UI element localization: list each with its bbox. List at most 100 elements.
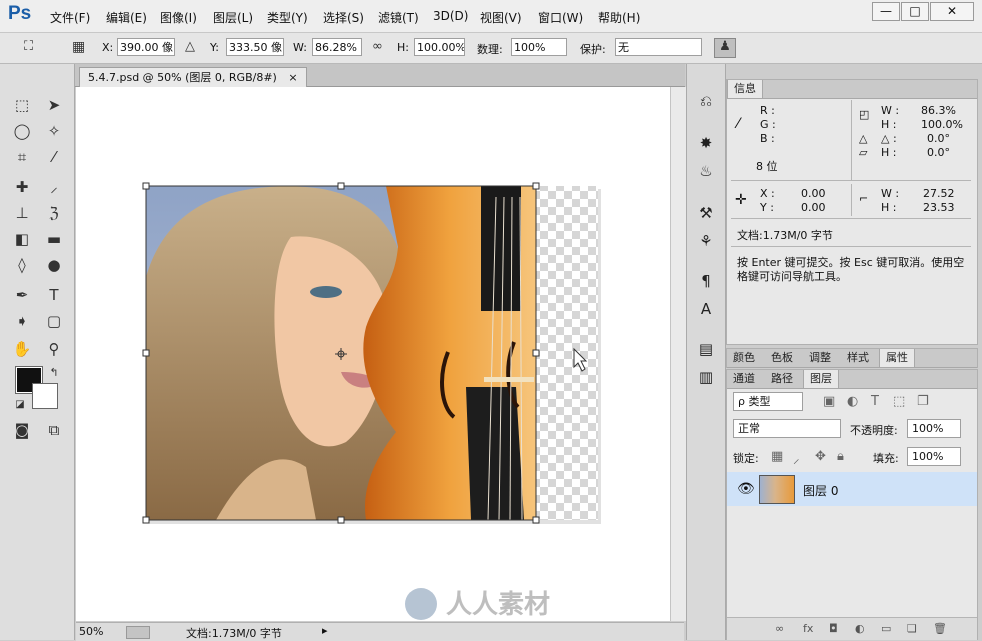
- eraser-icon[interactable]: ◧: [10, 228, 34, 250]
- menu-type[interactable]: 类型(Y): [267, 9, 308, 26]
- height-field[interactable]: 100.00%: [414, 38, 465, 56]
- character-icon[interactable]: A: [694, 298, 718, 320]
- canvas-area[interactable]: 人人素材: [76, 87, 670, 621]
- tab-swatches[interactable]: 色板: [765, 349, 799, 367]
- gradient-icon[interactable]: ▬: [42, 228, 66, 250]
- menu-3d[interactable]: 3D(D): [433, 9, 468, 23]
- transform-tool-icon[interactable]: ⛶: [24, 39, 33, 54]
- dodge-tool-icon[interactable]: ●: [42, 254, 66, 276]
- lock-position-icon[interactable]: ✥: [815, 449, 826, 464]
- filter-smart-icon[interactable]: ❐: [917, 394, 929, 409]
- path-select-icon[interactable]: ➧: [10, 310, 34, 332]
- brush-panel-icon[interactable]: ✸: [694, 132, 718, 154]
- zoom-level[interactable]: 50%: [79, 625, 103, 638]
- tool-presets-icon[interactable]: ⚒: [694, 202, 718, 224]
- screen-mode-icon[interactable]: ⧉: [42, 419, 66, 441]
- menu-select[interactable]: 选择(S): [323, 9, 364, 26]
- filter-type-icon[interactable]: T: [871, 394, 879, 409]
- shape-tool-icon[interactable]: ▢: [42, 310, 66, 332]
- filter-shape-icon[interactable]: ⬚: [893, 394, 905, 409]
- link-icon[interactable]: ∞: [372, 39, 383, 54]
- maximize-button[interactable]: □: [901, 2, 929, 21]
- menu-file[interactable]: 文件(F): [50, 9, 90, 26]
- pen-tool-icon[interactable]: ✒: [10, 284, 34, 306]
- delta-icon[interactable]: △: [185, 39, 195, 54]
- paragraph-icon[interactable]: ¶: [694, 270, 718, 292]
- menu-help[interactable]: 帮助(H): [598, 9, 640, 26]
- add-mask-icon[interactable]: ◘: [829, 622, 838, 635]
- tab-channels[interactable]: 通道: [727, 370, 761, 388]
- marquee-tool-icon[interactable]: ⬚: [10, 94, 34, 116]
- blend-mode-select[interactable]: 正常: [733, 419, 841, 438]
- status-mini-icon[interactable]: [126, 626, 150, 639]
- lock-all-icon[interactable]: 🔒︎: [837, 449, 844, 464]
- width-field[interactable]: 86.28%: [312, 38, 362, 56]
- healing-brush-icon[interactable]: ✚: [10, 176, 34, 198]
- notes-icon[interactable]: ▤: [694, 338, 718, 360]
- info-skew-label: H :: [881, 146, 897, 159]
- clone-source-icon[interactable]: ⚘: [694, 230, 718, 252]
- blur-tool-icon[interactable]: ◊: [10, 254, 34, 276]
- quick-mask-icon[interactable]: ◙: [10, 419, 34, 441]
- tab-layers[interactable]: 图层: [803, 370, 839, 388]
- default-colors-icon[interactable]: ◪: [8, 394, 32, 416]
- filter-adjust-icon[interactable]: ◐: [847, 394, 858, 409]
- clone-stamp-icon[interactable]: ⊥: [10, 202, 34, 224]
- zoom-tool-icon[interactable]: ⚲: [42, 338, 66, 360]
- lock-paint-icon[interactable]: ⸝: [793, 449, 800, 467]
- menu-view[interactable]: 视图(V): [480, 9, 522, 26]
- lasso-tool-icon[interactable]: ◯: [10, 120, 34, 142]
- minimize-button[interactable]: —: [872, 2, 900, 21]
- tab-adjustments[interactable]: 调整: [803, 349, 837, 367]
- document-canvas[interactable]: 人人素材: [76, 87, 670, 621]
- crop-tool-icon[interactable]: ⌗: [10, 146, 34, 168]
- tab-properties[interactable]: 属性: [879, 349, 915, 367]
- layer-comps-icon[interactable]: ▥: [694, 366, 718, 388]
- menu-edit[interactable]: 编辑(E): [106, 9, 147, 26]
- new-adjustment-icon[interactable]: ◐: [855, 622, 865, 635]
- hand-tool-icon[interactable]: ✋: [10, 338, 34, 360]
- lock-transparent-icon[interactable]: ▦: [771, 449, 783, 464]
- x-field[interactable]: 390.00 像: [117, 38, 175, 56]
- layer-row[interactable]: 👁︎ 图层 0: [727, 472, 977, 506]
- menu-window[interactable]: 窗口(W): [538, 9, 583, 26]
- fill-field[interactable]: 100%: [907, 447, 961, 466]
- tab-info[interactable]: 信息: [727, 80, 763, 98]
- link-layers-icon[interactable]: ∞: [775, 622, 784, 635]
- tab-color[interactable]: 颜色: [727, 349, 761, 367]
- brush-tool-icon[interactable]: ⸝: [42, 176, 66, 198]
- background-color-swatch[interactable]: [32, 383, 58, 409]
- eyedropper-icon[interactable]: ⁄: [42, 146, 66, 168]
- filter-pixel-icon[interactable]: ▣: [823, 394, 835, 409]
- layer-name[interactable]: 图层 0: [803, 482, 838, 499]
- document-tab[interactable]: 5.4.7.psd @ 50% (图层 0, RGB/8#) ×: [79, 67, 307, 87]
- menu-image[interactable]: 图像(I): [160, 9, 197, 26]
- move-tool-icon[interactable]: ➤: [42, 94, 66, 116]
- close-button[interactable]: ✕: [930, 2, 974, 21]
- swap-colors-icon[interactable]: ↰: [42, 362, 66, 384]
- close-document-icon[interactable]: ×: [288, 71, 297, 84]
- opacity-field[interactable]: 100%: [907, 419, 961, 438]
- vertical-scrollbar[interactable]: [670, 87, 686, 621]
- menu-layer[interactable]: 图层(L): [213, 9, 253, 26]
- visibility-eye-icon[interactable]: 👁︎: [737, 481, 755, 497]
- tab-paths[interactable]: 路径: [765, 370, 799, 388]
- y-field[interactable]: 333.50 像: [226, 38, 284, 56]
- new-layer-icon[interactable]: ❏: [907, 622, 917, 635]
- history-brush-icon[interactable]: ℨ: [42, 202, 66, 224]
- delete-layer-icon[interactable]: 🗑︎: [933, 622, 947, 635]
- new-group-icon[interactable]: ▭: [881, 622, 891, 635]
- amount-select[interactable]: 100%: [511, 38, 567, 56]
- magic-wand-icon[interactable]: ✧: [42, 120, 66, 142]
- status-arrow-icon[interactable]: ▸: [322, 624, 328, 637]
- tab-styles[interactable]: 样式: [841, 349, 875, 367]
- fx-icon[interactable]: fx: [803, 622, 813, 635]
- menu-filter[interactable]: 滤镜(T): [378, 9, 419, 26]
- history-icon[interactable]: ⎌: [694, 90, 718, 112]
- protect-skin-icon[interactable]: ♟: [714, 38, 736, 58]
- layer-filter-select[interactable]: ρ 类型: [733, 392, 803, 411]
- protect-select[interactable]: 无: [615, 38, 702, 56]
- type-tool-icon[interactable]: T: [42, 284, 66, 306]
- reference-point-icon[interactable]: ▦: [72, 39, 85, 55]
- brush-presets-icon[interactable]: ♨: [694, 160, 718, 182]
